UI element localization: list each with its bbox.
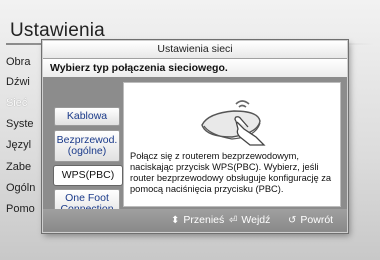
up-down-arrows-icon: ⬍ [171,214,180,226]
return-icon: ↺ [288,214,297,226]
move-hint-label: Przenieś [183,214,225,226]
dialog-title: Ustawienia sieci [43,41,347,59]
enter-hint-label: Wejdź [241,214,271,226]
option-description: Połącz się z routerem bezprzewodowym, na… [130,151,332,194]
enter-icon: ⏎ [229,214,238,226]
side-menu-item-jezyk[interactable]: Języl [6,139,31,151]
enter-hint: ⏎ Wejdź [229,214,270,226]
side-menu-item-pomoc[interactable]: Pomo [6,203,35,215]
side-menu-item-zabezpieczenia[interactable]: Zabe [6,161,31,173]
screen-title: Ustawienia [10,20,105,41]
option-info-panel: Połącz się z routerem bezprzewodowym, na… [123,82,341,207]
side-menu-item-obraz[interactable]: Obra [6,56,30,68]
side-menu-item-dzwiek[interactable]: Dźwi [6,76,30,88]
dialog-subtitle: Wybierz typ połączenia sieciowego. [43,59,347,77]
return-hint[interactable]: ↺ Powrót [288,214,333,226]
return-hint-label: Powrót [300,214,334,226]
settings-screen: Ustawienia Obra Dźwi Sieć Syste Języl Za… [0,0,380,260]
option-bezprzewodowe[interactable]: Bezprzewod. (ogólne) [54,130,120,162]
side-menu-item-siec[interactable]: Sieć [6,97,27,109]
network-settings-dialog: Ustawienia sieci Wybierz typ połączenia … [42,40,348,233]
move-hint: ⬍ Przenieś [171,214,224,226]
dialog-footer: ⬍ Przenieś ⏎ Wejdź ↺ Powrót [43,209,347,231]
option-wps-pbc[interactable]: WPS(PBC) [54,166,122,185]
side-menu-item-ogolne[interactable]: Ogóln [6,182,35,194]
side-menu-item-system[interactable]: Syste [6,118,34,130]
router-touch-icon [201,100,266,146]
option-kablowa[interactable]: Kablowa [54,107,120,126]
dialog-subtitle-text: Wybierz typ połączenia sieciowego. [50,62,228,74]
